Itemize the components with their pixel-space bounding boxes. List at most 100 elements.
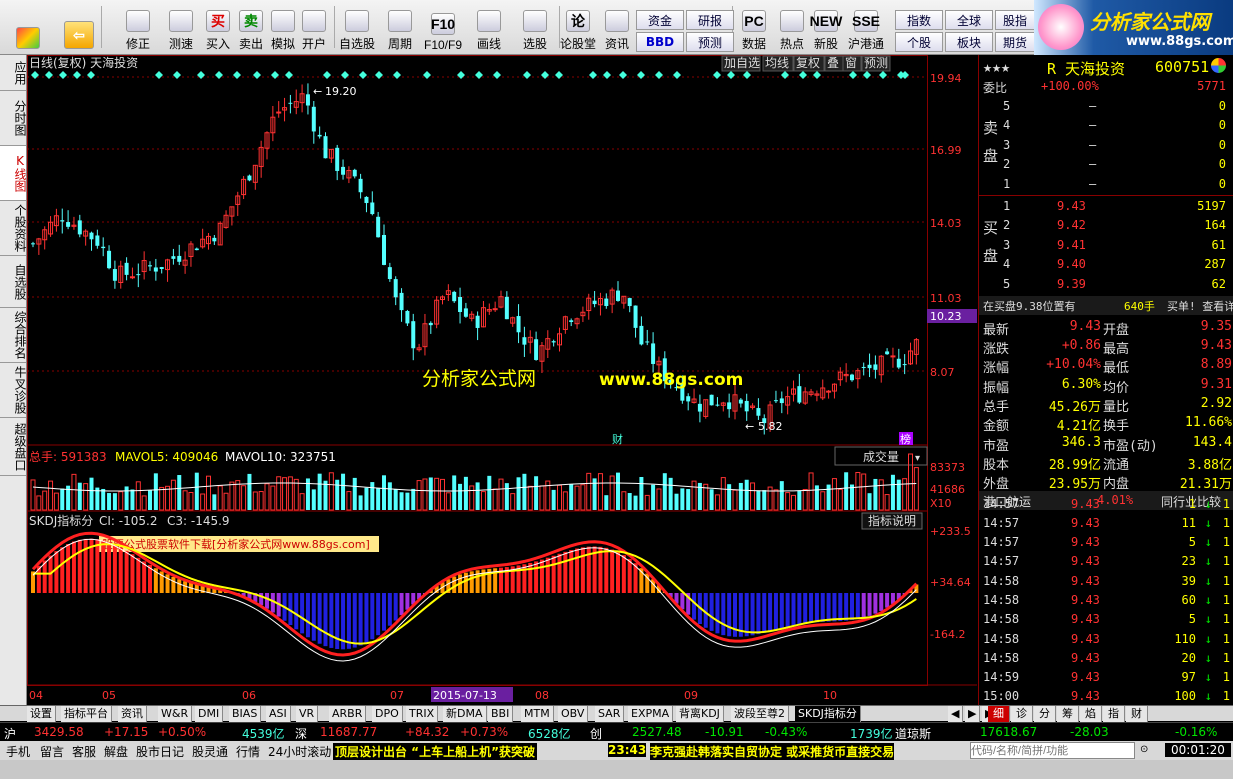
quote-tab[interactable]: 分 [1034, 706, 1056, 722]
signal-diamond [637, 71, 645, 79]
status-item[interactable]: 24小时滚动 [268, 743, 331, 760]
futures-index-button[interactable]: 股指 [995, 10, 1035, 30]
star-button[interactable]: 自选股 [337, 2, 377, 52]
status-item[interactable]: 客服 [72, 743, 96, 760]
bbd-button[interactable]: BBD [636, 32, 684, 52]
left-nav-item[interactable]: K线图 [0, 146, 27, 201]
quote-tab[interactable]: 细 [988, 706, 1010, 722]
level: 4 [1003, 257, 1011, 271]
indicator-tab[interactable]: 新DMA [443, 706, 487, 722]
hk-button[interactable]: SSE 沪港通 [846, 2, 886, 52]
pc-button[interactable]: PC 数据 [734, 2, 774, 52]
back-button[interactable]: ⇦ [60, 2, 98, 52]
indicator-bar [814, 593, 819, 623]
indicator-tab[interactable]: DMI [195, 706, 224, 722]
indicator-tab[interactable]: OBV [558, 706, 589, 722]
index-button[interactable]: 指数 [895, 10, 943, 30]
indicator-tab[interactable]: W&R [158, 706, 193, 722]
f10-button[interactable]: F10 F10/F9 [423, 2, 463, 52]
candle-body [885, 351, 890, 355]
left-nav-item[interactable]: 分时图 [0, 91, 27, 146]
volume-bar [562, 491, 568, 511]
quote-tab[interactable]: 指 [1103, 706, 1125, 722]
color-wheel-icon[interactable] [1211, 58, 1226, 73]
volume-bar [118, 491, 124, 511]
quote-tab[interactable]: 诊 [1011, 706, 1033, 722]
zijin-button[interactable]: 资金 [636, 10, 684, 30]
indicator-tab[interactable]: DPO [372, 706, 403, 722]
volume-bar [36, 495, 42, 511]
indicator-tab[interactable]: MTM [521, 706, 554, 722]
global-button[interactable]: 全球 [945, 10, 993, 30]
forum-button[interactable]: 论论股堂 [558, 2, 598, 52]
indicator-tab[interactable]: SKDJ指标分 [795, 706, 861, 722]
yanbao-button[interactable]: 研报 [686, 10, 734, 30]
left-nav-item[interactable]: 应用 [0, 55, 27, 91]
search-input[interactable] [970, 742, 1135, 759]
indicator-tab[interactable]: 背离KDJ [676, 706, 724, 722]
current-price-tag: 10.23 [930, 310, 962, 323]
news-headline-2[interactable]: 李克强赴韩落实自贸协定 或采推货币直接交易 [650, 743, 895, 760]
dj-pct: -0.16% [1175, 725, 1218, 739]
down-arrow-icon: ↓ [1204, 612, 1212, 626]
yuce-button[interactable]: 预测 [686, 32, 734, 52]
volume-bar [850, 484, 854, 510]
x-tick: 10 [823, 689, 837, 702]
volume-bar [364, 487, 369, 510]
indicator-tab[interactable]: SAR [595, 706, 625, 722]
candle-body [709, 394, 714, 406]
status-item[interactable]: 股灵通 [192, 743, 228, 760]
tick-vol: 97 [1181, 670, 1196, 684]
left-nav-item[interactable]: 超级盘口 [0, 418, 27, 476]
pencil-button[interactable]: 画线 [469, 2, 509, 52]
stock-button[interactable]: 个股 [895, 32, 943, 52]
indicator-bar [60, 547, 65, 593]
candle-body [393, 279, 398, 298]
lock-button[interactable]: 开户 [294, 2, 334, 52]
status-item[interactable]: 行情 [236, 743, 260, 760]
indicator-tab[interactable]: 设置 [27, 706, 56, 722]
futures-button[interactable]: 期货 [995, 32, 1035, 52]
queue-link[interactable]: 买单! 查看详细 [1167, 298, 1233, 314]
indicator-tab[interactable]: TRIX [406, 706, 439, 722]
stat-label: 最低 [1103, 361, 1130, 376]
status-item[interactable]: 解盘 [104, 743, 128, 760]
indicator-tab[interactable]: 指标平台 [61, 706, 112, 722]
newstock-button[interactable]: NEW 新股 [806, 2, 846, 52]
left-nav-item[interactable]: 自选股 [0, 256, 27, 308]
volume-bar [744, 479, 749, 510]
up-arrow-button[interactable]: 修正 [118, 2, 158, 52]
indicator-tab[interactable]: 波段至尊2 [731, 706, 789, 722]
indicator-tab[interactable]: BBI [488, 706, 514, 722]
status-item[interactable]: 股市日记 [136, 743, 184, 760]
indicator-tab[interactable]: 资讯 [118, 706, 147, 722]
menu-grid-button[interactable] [8, 2, 48, 52]
search-icon[interactable]: ⊙ [1140, 744, 1148, 755]
clock-button[interactable]: 测速 [161, 2, 201, 52]
indicator-tab[interactable]: EXPMA [628, 706, 674, 722]
kline-chart-area[interactable]: 19.94 16.99 14.03 11.03 8.07 10.23 日线(复权) 天海投资… [27, 55, 977, 705]
tab-scroll-icon[interactable]: ◀ [948, 706, 964, 722]
indicator-tab[interactable]: BIAS [229, 706, 262, 722]
status-item[interactable]: 手机 [6, 743, 30, 760]
tick-row: 14:58 9.43 39 1 ↓ [979, 572, 1233, 591]
indicator-tabs: 设置 指标平台 资讯 W&R DMI BIAS ASI VR ARBR DPO TRIX 新DMA BB… [0, 705, 1233, 722]
tab-scroll-icon[interactable]: ▶ [965, 706, 981, 722]
indicator-tab[interactable]: ASI [266, 706, 291, 722]
period-button[interactable]: 周期 [380, 2, 420, 52]
status-item[interactable]: 留言 [40, 743, 64, 760]
left-nav-item[interactable]: 牛叉诊股 [0, 363, 27, 418]
quote-tab[interactable]: 筹 [1057, 706, 1079, 722]
left-nav-item[interactable]: 综合排名 [0, 308, 27, 363]
sector-button[interactable]: 板块 [945, 32, 993, 52]
down-arrow-icon: ↓ [1204, 651, 1212, 665]
indicator-tab[interactable]: ARBR [329, 706, 367, 722]
news-button[interactable]: 资讯 [597, 2, 637, 52]
chart-button[interactable]: 选股 [515, 2, 555, 52]
indicator-tab[interactable]: VR [296, 706, 319, 722]
quote-tab[interactable]: 财 [1126, 706, 1148, 722]
news-headline-1[interactable]: 顶层设计出台 “上车上船上机”获突破 [333, 743, 537, 760]
indicator-bar [820, 593, 825, 622]
left-nav-item[interactable]: 个股资料 [0, 201, 27, 256]
quote-tab[interactable]: 焰 [1080, 706, 1102, 722]
